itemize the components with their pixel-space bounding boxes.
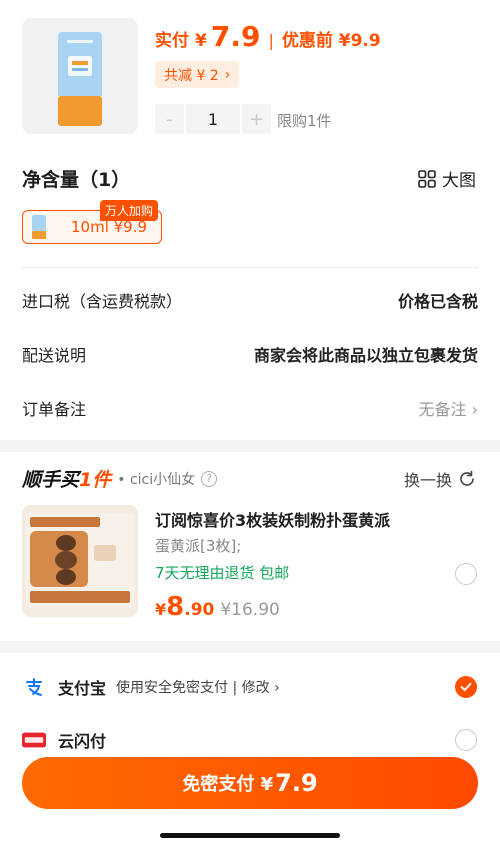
spec-title: 净含量（1）: [22, 169, 131, 191]
unionpay-radio[interactable]: [455, 729, 477, 751]
alipay-name: 支付宝: [58, 679, 107, 698]
addon-product-title[interactable]: 订阅惊喜价3枚装妖制粉扑蛋黄派: [155, 507, 390, 531]
addon-service-tags: 7天无理由退货 包邮: [155, 564, 290, 582]
actual-price-label: 实付: [155, 31, 189, 51]
decrease-button[interactable]: -: [155, 104, 184, 134]
addon-select-radio[interactable]: [455, 563, 477, 585]
addon-price-int: 8: [166, 592, 185, 622]
addon-original-price: ¥16.90: [220, 600, 280, 620]
addon-currency: ¥: [155, 600, 167, 619]
price-value: 7.9: [210, 20, 261, 53]
delivery-row: 配送说明 商家会将此商品以独立包裹发货: [22, 342, 478, 366]
addon-header: 顺手买1件 • cici小仙女 ?: [22, 465, 218, 492]
alipay-radio-checked[interactable]: [455, 676, 477, 698]
home-indicator[interactable]: [160, 833, 340, 838]
large-image-label: 大图: [442, 171, 476, 191]
pay-button-price: 7.9: [275, 769, 318, 797]
purchase-limit: 限购1件: [277, 112, 332, 130]
shop-name: • cici小仙女: [117, 471, 196, 488]
sunscreen-bottle-image: [22, 18, 138, 134]
check-icon: [460, 682, 472, 691]
unionpay-name: 云闪付: [58, 732, 107, 751]
powder-puff-box-image: [22, 505, 138, 617]
discount-text: 共减 ¥ 2: [164, 67, 219, 84]
help-icon[interactable]: ?: [201, 470, 218, 487]
pay-button-label: 免密支付 ¥: [182, 774, 274, 795]
pay-button[interactable]: 免密支付 ¥ 7.9: [22, 757, 478, 809]
swap-button[interactable]: 换一换: [404, 467, 476, 491]
addon-price-dec: .90: [184, 600, 215, 620]
quantity-value[interactable]: 1: [185, 104, 241, 134]
popular-badge: 万人加购: [100, 200, 159, 221]
grid-icon: [418, 169, 436, 188]
import-tax-label: 进口税（含运费税款）: [22, 292, 183, 311]
payment-option-alipay[interactable]: 支付宝 使用安全免密支付 | 修改 ›: [22, 675, 478, 699]
divider: [22, 267, 478, 268]
addon-price: ¥ 8 .90 ¥16.90: [155, 592, 280, 622]
quantity-stepper: - 1 +: [155, 104, 271, 134]
sunscreen-thumbnail: [32, 215, 46, 239]
order-remark-row[interactable]: 订单备注 无备注 ›: [22, 396, 478, 420]
discount-tag[interactable]: 共减 ¥ 2 ›: [155, 61, 240, 88]
increase-button[interactable]: +: [242, 104, 271, 134]
section-gap: [0, 440, 500, 452]
addon-variant: 蛋黄派[3枚];: [155, 537, 242, 555]
payment-option-unionpay[interactable]: 云闪付: [22, 728, 478, 752]
order-remark-text: 无备注: [418, 400, 467, 419]
addon-product-image[interactable]: [22, 505, 138, 617]
refresh-icon: [460, 470, 474, 486]
order-remark-value: 无备注 ›: [418, 396, 478, 420]
order-remark-label: 订单备注: [22, 400, 87, 419]
original-price: 优惠前 ¥9.9: [281, 31, 381, 51]
large-image-toggle[interactable]: 大图: [418, 166, 476, 191]
chevron-right-icon: ›: [471, 400, 478, 419]
delivery-value: 商家会将此商品以独立包裹发货: [253, 346, 478, 365]
currency-symbol: ¥: [195, 31, 207, 51]
import-tax-value: 价格已含税: [397, 292, 478, 311]
chevron-right-icon: ›: [224, 66, 231, 83]
addon-brand-prefix: 顺手买: [22, 469, 80, 491]
addon-brand: 顺手买1件: [22, 465, 111, 492]
actual-price: 实付 ¥ 7.9 | 优惠前 ¥9.9: [155, 20, 381, 53]
import-tax-row: 进口税（含运费税款） 价格已含税: [22, 288, 478, 312]
section-gap: [0, 641, 500, 653]
alipay-icon: [22, 675, 46, 699]
addon-brand-suffix: 1件: [79, 469, 112, 491]
alipay-desc[interactable]: 使用安全免密支付 | 修改 ›: [116, 677, 280, 697]
price-separator: |: [268, 31, 274, 50]
delivery-label: 配送说明: [22, 346, 87, 365]
swap-label: 换一换: [403, 471, 452, 490]
unionpay-icon: [22, 728, 46, 752]
product-image[interactable]: [22, 18, 138, 134]
